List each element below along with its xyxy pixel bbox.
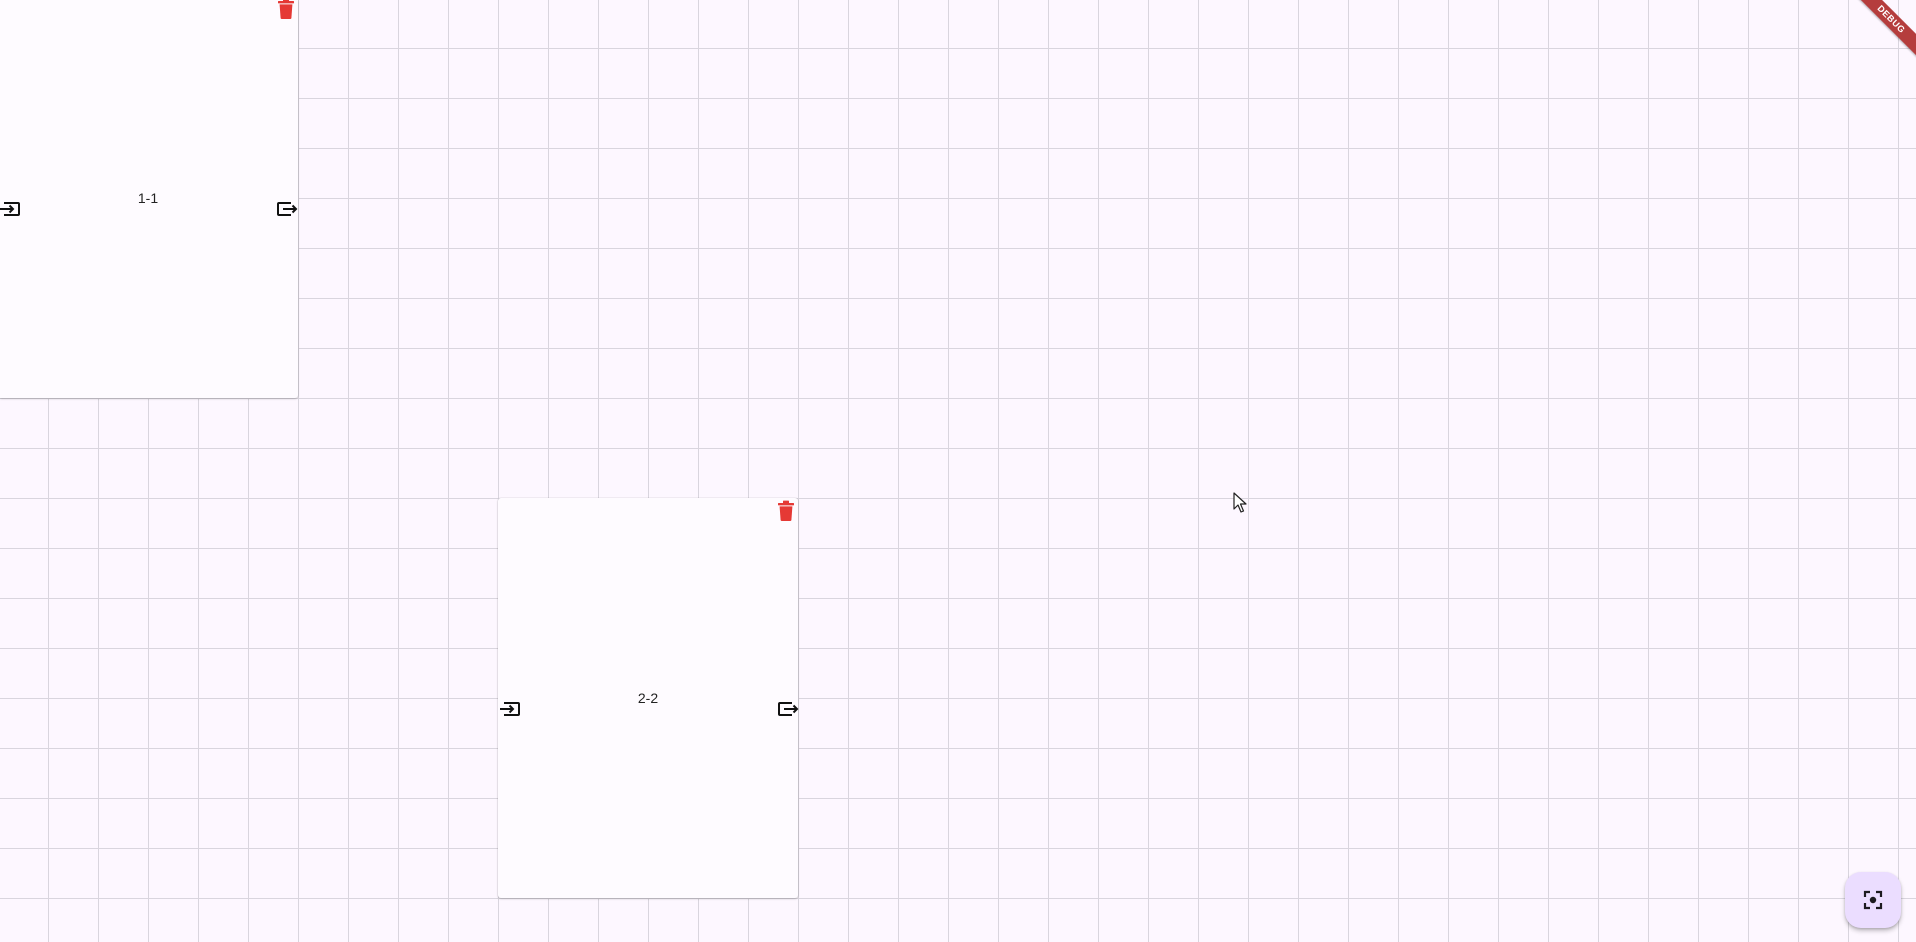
delete-node-button[interactable] [277, 0, 295, 20]
output-port[interactable] [776, 699, 800, 719]
node-label: 2-2 [637, 690, 659, 706]
trash-icon [278, 0, 294, 20]
fit-to-screen-button[interactable] [1845, 872, 1901, 928]
input-port[interactable] [0, 199, 22, 219]
debug-banner: DEBUG [1846, 0, 1916, 70]
node-card-1-1[interactable]: 1-1 [0, 0, 298, 398]
port-input-icon [0, 202, 20, 216]
debug-banner-label: DEBUG [1846, 0, 1916, 64]
graph-canvas[interactable]: 1-1 2-2 DEBUG [0, 0, 1916, 942]
port-output-icon [277, 202, 298, 216]
node-card-2-2[interactable]: 2-2 [498, 498, 800, 898]
output-port[interactable] [275, 199, 299, 219]
fit-screen-icon [1863, 890, 1883, 910]
port-input-icon [500, 702, 520, 716]
node-label: 1-1 [137, 190, 159, 206]
mouse-cursor-icon [1233, 492, 1247, 513]
delete-node-button[interactable] [777, 500, 795, 522]
trash-icon [778, 500, 794, 521]
port-output-icon [778, 702, 799, 716]
input-port[interactable] [498, 699, 522, 719]
